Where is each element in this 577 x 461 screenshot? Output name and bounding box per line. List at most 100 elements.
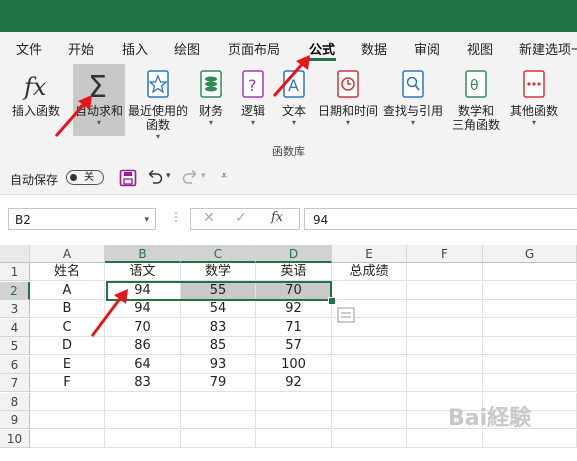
cell-f2[interactable]	[407, 282, 483, 300]
more-options-icon[interactable]: ⋮	[170, 210, 182, 224]
cell-e7[interactable]	[332, 374, 407, 392]
undo-icon[interactable]	[146, 168, 164, 189]
cell-d10[interactable]	[256, 430, 332, 448]
recently-used-button[interactable]: 最近使用的 函数 ▾	[127, 64, 189, 141]
tab-draw[interactable]: 绘图	[174, 39, 200, 58]
undo-dropdown-icon[interactable]: ▾	[166, 171, 171, 181]
tab-view[interactable]: 视图	[467, 39, 493, 58]
cell-b9[interactable]	[105, 411, 181, 429]
row-header-8[interactable]: 8	[0, 393, 30, 411]
cell-f5[interactable]	[407, 337, 483, 355]
cell-e10[interactable]	[332, 430, 407, 448]
cell-c3[interactable]: 54	[181, 300, 256, 318]
row-header-4[interactable]: 4	[0, 319, 30, 337]
row-header-6[interactable]: 6	[0, 356, 30, 374]
cell-a2[interactable]: A	[30, 282, 105, 300]
column-header-a[interactable]: A	[30, 245, 105, 263]
cell-a1[interactable]: 姓名	[30, 263, 105, 281]
date-time-button[interactable]: 日期和时间 ▾	[316, 64, 380, 136]
column-header-e[interactable]: E	[332, 245, 407, 263]
row-header-1[interactable]: 1	[0, 263, 30, 281]
cell-g4[interactable]	[483, 319, 577, 337]
cell-g5[interactable]	[483, 337, 577, 355]
insert-function-icon[interactable]: fx	[271, 210, 283, 225]
autosave-toggle[interactable]: 关	[66, 170, 104, 185]
name-box[interactable]: B2 ▾	[8, 208, 156, 230]
select-all-corner[interactable]	[0, 245, 30, 263]
row-header-9[interactable]: 9	[0, 411, 30, 429]
cell-e1[interactable]: 总成绩	[332, 263, 407, 281]
math-trig-button[interactable]: θ 数学和 三角函数	[446, 64, 506, 136]
chevron-down-icon[interactable]: ▾	[144, 209, 149, 231]
cell-d7[interactable]: 92	[256, 374, 332, 392]
cell-g6[interactable]	[483, 356, 577, 374]
cell-a6[interactable]: E	[30, 356, 105, 374]
cell-f1[interactable]	[407, 263, 483, 281]
cell-d4[interactable]: 71	[256, 319, 332, 337]
row-header-2[interactable]: 2	[0, 282, 30, 300]
logical-button[interactable]: ? 逻辑 ▾	[235, 64, 271, 136]
customize-toolbar-icon[interactable]: ⩡	[221, 169, 227, 183]
redo-icon[interactable]	[181, 168, 199, 189]
row-header-3[interactable]: 3	[0, 300, 30, 318]
tab-new-option[interactable]: 新建选项一	[519, 39, 577, 58]
cell-b4[interactable]: 70	[105, 319, 181, 337]
cell-d5[interactable]: 57	[256, 337, 332, 355]
column-header-g[interactable]: G	[483, 245, 577, 263]
cell-c5[interactable]: 85	[181, 337, 256, 355]
cell-e9[interactable]	[332, 411, 407, 429]
cell-b8[interactable]	[105, 393, 181, 411]
financial-button[interactable]: 财务 ▾	[192, 64, 230, 136]
cell-g3[interactable]	[483, 300, 577, 318]
cell-a5[interactable]: D	[30, 337, 105, 355]
text-button[interactable]: A 文本 ▾	[276, 64, 312, 136]
cell-c8[interactable]	[181, 393, 256, 411]
cell-g1[interactable]	[483, 263, 577, 281]
row-header-7[interactable]: 7	[0, 374, 30, 392]
cell-g2[interactable]	[483, 282, 577, 300]
cell-f3[interactable]	[407, 300, 483, 318]
insert-function-button[interactable]: fx 插入函数	[8, 64, 64, 136]
cell-b1[interactable]: 语文	[105, 263, 181, 281]
cell-b2[interactable]: 94	[105, 282, 181, 300]
cell-a8[interactable]	[30, 393, 105, 411]
cell-g7[interactable]	[483, 374, 577, 392]
cell-c4[interactable]: 83	[181, 319, 256, 337]
cell-b10[interactable]	[105, 430, 181, 448]
cell-b5[interactable]: 86	[105, 337, 181, 355]
formula-input[interactable]: 94	[304, 208, 577, 230]
tab-home[interactable]: 开始	[68, 39, 94, 58]
enter-icon[interactable]: ✓	[235, 210, 247, 226]
cell-e8[interactable]	[332, 393, 407, 411]
tab-page-layout[interactable]: 页面布局	[228, 39, 280, 58]
more-functions-button[interactable]: 其他函数 ▾	[508, 64, 560, 136]
cell-b6[interactable]: 64	[105, 356, 181, 374]
row-header-5[interactable]: 5	[0, 337, 30, 355]
cell-c2[interactable]: 55	[181, 282, 256, 300]
tab-formulas[interactable]: 公式	[309, 39, 335, 58]
column-header-f[interactable]: F	[407, 245, 483, 263]
lookup-reference-button[interactable]: 查找与引用 ▾	[382, 64, 444, 136]
cell-g9[interactable]	[483, 411, 577, 429]
cell-e6[interactable]	[332, 356, 407, 374]
cell-a3[interactable]: B	[30, 300, 105, 318]
cell-a4[interactable]: C	[30, 319, 105, 337]
cell-b3[interactable]: 94	[105, 300, 181, 318]
cell-f10[interactable]	[407, 430, 483, 448]
cell-f7[interactable]	[407, 374, 483, 392]
cell-f6[interactable]	[407, 356, 483, 374]
cell-c10[interactable]	[181, 430, 256, 448]
cancel-icon[interactable]: ✕	[203, 210, 215, 226]
column-header-b[interactable]: B	[105, 245, 181, 263]
tab-file[interactable]: 文件	[16, 39, 42, 58]
cell-a10[interactable]	[30, 430, 105, 448]
cell-e2[interactable]	[332, 282, 407, 300]
column-header-c[interactable]: C	[181, 245, 256, 263]
cell-c9[interactable]	[181, 411, 256, 429]
cell-d8[interactable]	[256, 393, 332, 411]
tab-review[interactable]: 审阅	[414, 39, 440, 58]
row-header-10[interactable]: 10	[0, 430, 30, 448]
cell-c1[interactable]: 数学	[181, 263, 256, 281]
cell-a9[interactable]	[30, 411, 105, 429]
cell-f8[interactable]	[407, 393, 483, 411]
